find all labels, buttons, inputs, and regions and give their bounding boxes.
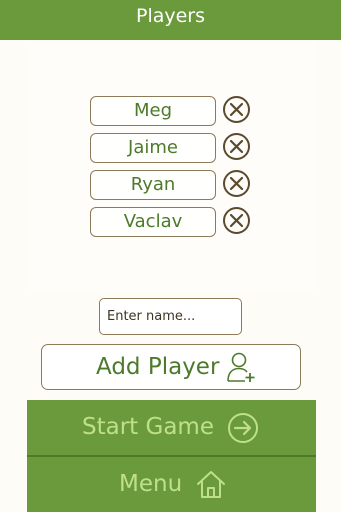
arrow-right-circle-icon [228, 413, 258, 443]
player-name-field[interactable]: Vaclav [90, 207, 216, 237]
player-row: Vaclav [90, 207, 260, 239]
name-input[interactable] [99, 298, 242, 335]
player-name-field[interactable]: Meg [90, 96, 216, 126]
page-title: Players [135, 5, 206, 27]
header-divider [0, 36, 341, 40]
start-game-label: Start Game [82, 414, 214, 440]
player-name-field[interactable]: Ryan [90, 170, 216, 200]
close-icon [230, 177, 243, 190]
header-bar: Players [0, 0, 341, 36]
menu-button[interactable]: Menu [27, 457, 316, 512]
player-row: Meg [90, 96, 260, 128]
players-list: Meg Jaime Ryan Vaclav [26, 42, 316, 290]
close-icon [230, 140, 243, 153]
close-icon [230, 103, 243, 116]
add-player-button[interactable]: Add Player [41, 344, 301, 390]
add-player-label: Add Player [96, 354, 220, 380]
home-icon [197, 471, 225, 498]
player-row: Jaime [90, 133, 260, 165]
add-user-icon [227, 352, 255, 382]
remove-player-button[interactable] [223, 96, 250, 123]
menu-label: Menu [119, 471, 183, 497]
remove-player-button[interactable] [223, 170, 250, 197]
start-game-button[interactable]: Start Game [27, 400, 316, 455]
remove-player-button[interactable] [223, 133, 250, 160]
player-row: Ryan [90, 170, 260, 202]
player-name-field[interactable]: Jaime [90, 133, 216, 163]
close-icon [230, 214, 243, 227]
remove-player-button[interactable] [223, 207, 250, 234]
